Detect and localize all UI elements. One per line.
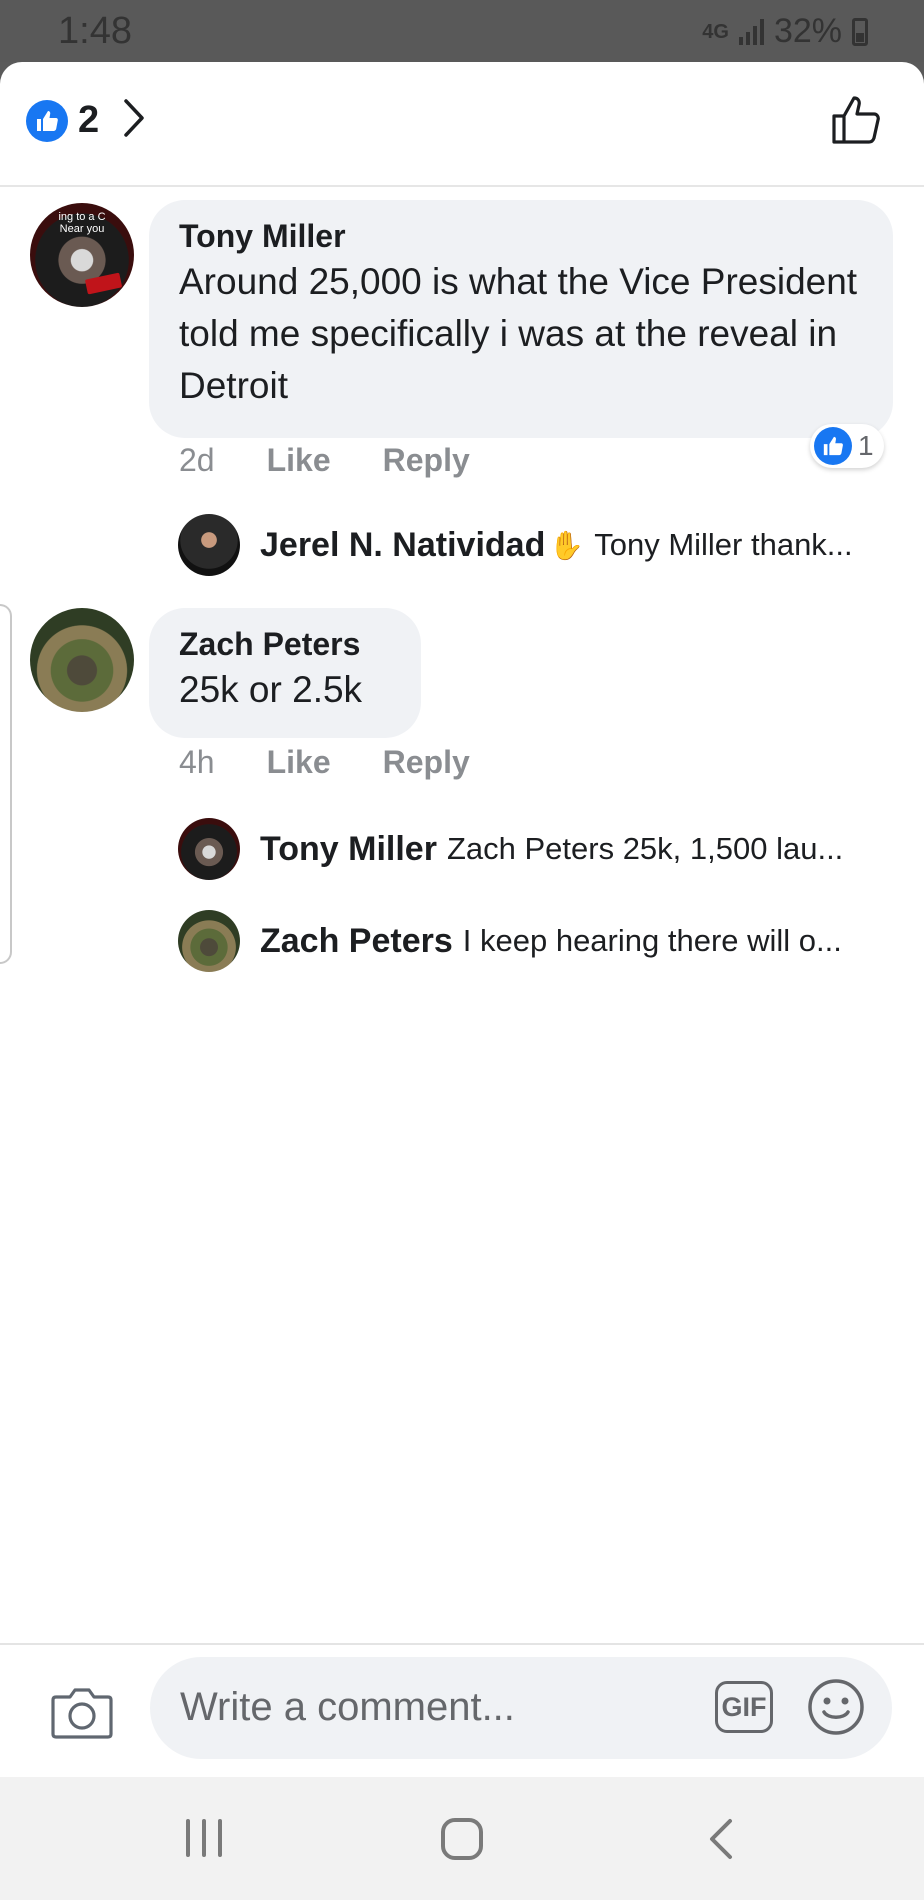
avatar-caption: ing to a C Near you	[58, 211, 106, 235]
system-navigation-bar	[0, 1777, 924, 1900]
comments-sheet: 2 ing to a C Near you Tony Miller Around…	[0, 62, 924, 1777]
comment-author[interactable]: Tony Miller	[179, 216, 863, 256]
comment-bubble[interactable]: Tony Miller Around 25,000 is what the Vi…	[149, 200, 893, 438]
back-icon[interactable]	[706, 1817, 736, 1866]
chevron-right-icon	[123, 98, 145, 143]
comment-actions: 2d Like Reply	[179, 442, 522, 479]
reaction-count: 2	[78, 99, 100, 141]
like-icon	[26, 99, 68, 142]
avatar[interactable]	[30, 608, 134, 712]
avatar[interactable]: ing to a C Near you	[30, 203, 134, 307]
recents-icon[interactable]	[182, 1817, 226, 1864]
comment-reaction-count[interactable]: 1	[810, 424, 884, 468]
comment-text: 25k or 2.5k	[179, 669, 363, 710]
reply-preview-text: I keep hearing there will o...	[462, 923, 842, 958]
battery-percent: 32%	[773, 12, 842, 50]
comment-composer: Write a comment... GIF	[0, 1643, 924, 1780]
comment-actions: 4h Like Reply	[179, 744, 522, 781]
reply-author: Zach Peters	[260, 921, 453, 960]
avatar-decoration	[85, 272, 123, 294]
comment-bubble[interactable]: Zach Peters 25k or 2.5k	[149, 608, 421, 738]
avatar	[178, 818, 240, 880]
reply-preview-text: Zach Peters 25k, 1,500 lau...	[446, 831, 844, 866]
comment-timestamp: 2d	[179, 442, 215, 478]
thumbs-up-outline-icon[interactable]	[830, 92, 884, 151]
status-bar: 1:48 4G 32%	[0, 0, 924, 62]
reactions-summary-button[interactable]: 2	[26, 98, 145, 143]
reply-button[interactable]: Reply	[383, 744, 470, 781]
comment-input-placeholder: Write a comment...	[180, 1685, 515, 1729]
avatar	[178, 910, 240, 972]
comment-author[interactable]: Zach Peters	[179, 624, 391, 664]
home-icon[interactable]	[440, 1817, 484, 1866]
reply-preview[interactable]: Tony Miller Zach Peters 25k, 1,500 lau..…	[178, 818, 843, 880]
comment-input[interactable]: Write a comment... GIF	[150, 1657, 892, 1759]
scroll-edge-indicator	[0, 604, 12, 964]
like-button[interactable]: Like	[267, 442, 331, 479]
network-type-indicator: 4G	[702, 20, 729, 43]
like-button[interactable]: Like	[267, 744, 331, 781]
sheet-header: 2	[0, 62, 924, 187]
avatar	[178, 514, 240, 576]
gif-icon[interactable]: GIF	[715, 1681, 773, 1733]
emoji-icon[interactable]	[806, 1677, 866, 1742]
reply-preview-text: Tony Miller thank...	[594, 527, 853, 562]
comment-timestamp: 4h	[179, 744, 215, 780]
reply-author: Tony Miller	[260, 829, 437, 868]
comment-text: Around 25,000 is what the Vice President…	[179, 261, 858, 406]
battery-icon	[852, 17, 868, 46]
signal-strength-icon	[738, 18, 764, 45]
reaction-count: 1	[858, 430, 874, 461]
like-icon	[814, 427, 852, 465]
reply-preview[interactable]: Jerel N. Natividad ✋ Tony Miller thank..…	[178, 514, 853, 576]
reply-author: Jerel N. Natividad	[260, 525, 546, 564]
status-indicators: 4G 32%	[702, 12, 868, 51]
camera-icon[interactable]	[50, 1685, 114, 1746]
wave-icon: ✋	[549, 529, 585, 561]
status-time: 1:48	[58, 10, 132, 52]
reply-button[interactable]: Reply	[383, 442, 470, 479]
reply-preview[interactable]: Zach Peters I keep hearing there will o.…	[178, 910, 842, 972]
